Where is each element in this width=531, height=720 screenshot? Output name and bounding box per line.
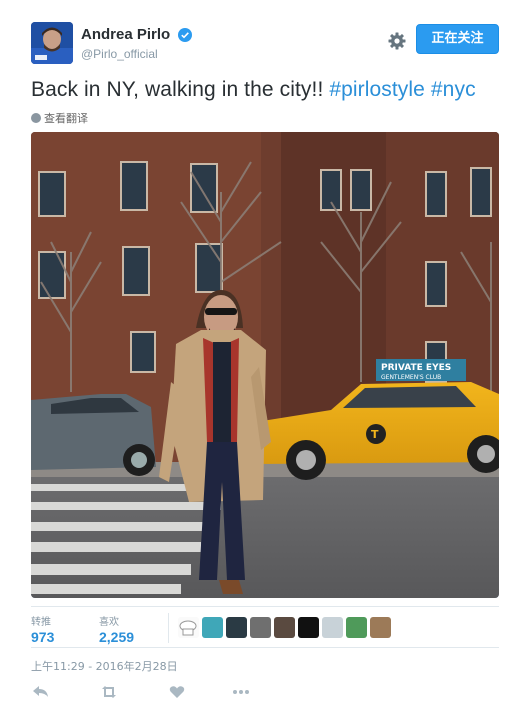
retweets-label: 转推 [31, 617, 51, 628]
likes-count: 2,259 [99, 629, 135, 645]
display-name[interactable]: Andrea Pirlo [81, 26, 170, 43]
liker-avatar[interactable] [346, 617, 367, 638]
liker-avatar[interactable] [202, 617, 223, 638]
translate-link[interactable]: 查看翻译 [31, 110, 88, 126]
taxi-sign-line2: GENTLEMEN'S CLUB [381, 374, 441, 381]
liker-avatar[interactable] [178, 617, 199, 638]
retweets-count: 973 [31, 629, 55, 645]
likes-stat[interactable]: 喜欢 2,259 [99, 613, 134, 645]
svg-text:T: T [371, 428, 379, 441]
like-icon[interactable] [167, 682, 187, 702]
translate-label: 查看翻译 [44, 112, 88, 125]
tweet-actions [31, 682, 291, 702]
hashtag-pirlostyle[interactable]: #pirlostyle [329, 78, 425, 101]
verified-badge-icon [177, 27, 192, 42]
liker-avatar[interactable] [298, 617, 319, 638]
liker-avatars [178, 617, 394, 639]
name-block: Andrea Pirlo @Pirlo_official [81, 26, 192, 61]
liker-avatar[interactable] [370, 617, 391, 638]
taxi-sign-line1: PRIVATE EYES [381, 363, 451, 373]
retweet-icon[interactable] [99, 682, 119, 702]
retweets-stat[interactable]: 转推 973 [31, 613, 54, 645]
more-icon[interactable] [231, 682, 251, 702]
liker-avatar[interactable] [226, 617, 247, 638]
liker-avatar[interactable] [274, 617, 295, 638]
tweet-text: Back in NY, walking in the city!! #pirlo… [31, 77, 501, 103]
gear-icon[interactable] [387, 31, 407, 51]
following-button[interactable]: 正在关注 [416, 24, 499, 54]
tweet-text-main: Back in NY, walking in the city!! [31, 78, 330, 101]
stats-divider [168, 613, 169, 643]
user-handle[interactable]: @Pirlo_official [81, 47, 192, 61]
globe-icon [31, 113, 41, 123]
tweet-photo[interactable]: PRIVATE EYES GENTLEMEN'S CLUB T [31, 132, 499, 598]
tweet-header: Andrea Pirlo @Pirlo_official 正在关注 [31, 22, 501, 66]
user-avatar[interactable] [31, 22, 73, 64]
liker-avatar[interactable] [250, 617, 271, 638]
hashtag-nyc[interactable]: #nyc [431, 78, 476, 101]
likes-label: 喜欢 [99, 617, 119, 628]
engagement-stats: 转推 973 喜欢 2,259 [31, 606, 499, 648]
reply-icon[interactable] [31, 682, 51, 702]
tweet-timestamp[interactable]: 上午11:29 - 2016年2月28日 [31, 658, 178, 674]
liker-avatar[interactable] [322, 617, 343, 638]
